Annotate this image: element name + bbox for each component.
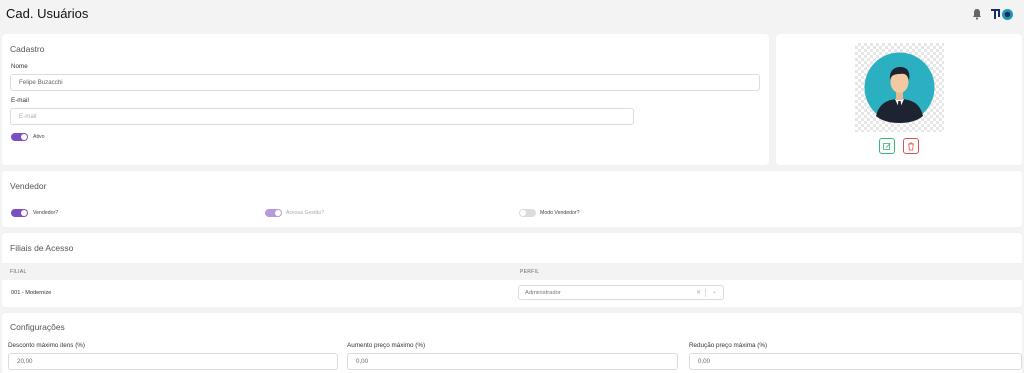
reducao-field[interactable]: 0,00 — [689, 353, 1022, 370]
top-icons — [972, 7, 1014, 21]
toggle-knob — [21, 134, 27, 140]
avatar-image — [855, 43, 944, 132]
filiais-title: Filiais de Acesso — [10, 243, 74, 253]
column-header-perfil: PERFIL — [520, 269, 540, 275]
desconto-label: Desconto máximo itens (%) — [8, 342, 85, 349]
company-logo[interactable] — [990, 7, 1014, 21]
clear-icon[interactable]: ✕ — [696, 289, 701, 296]
bell-icon[interactable] — [972, 8, 982, 20]
vendedor-title: Vendedor — [10, 181, 47, 191]
person-avatar-icon — [864, 52, 935, 123]
toggle-knob — [520, 210, 526, 216]
aumento-label: Aumento preço máximo (%) — [347, 342, 426, 349]
config-title: Configurações — [10, 322, 65, 332]
modo-vendedor-label: Modo Vendedor? — [540, 210, 580, 216]
select-divider — [705, 289, 706, 297]
top-bar: Cad. Usuários — [0, 0, 1024, 30]
page-title: Cad. Usuários — [6, 6, 89, 21]
filiais-card: Filiais de Acesso FILIAL PERFIL 001 - Mo… — [2, 233, 1022, 307]
toggle-knob — [21, 210, 27, 216]
cadastro-card: Cadastro Nome Felipe Buzacchi E-mail E-m… — [2, 34, 769, 165]
email-field[interactable]: E-mail — [10, 108, 634, 125]
trash-icon — [908, 142, 914, 150]
filial-cell: 001 - Modernize — [11, 290, 52, 296]
chevron-down-icon[interactable]: ⌄ — [712, 288, 717, 295]
config-card: Configurações Desconto máximo itens (%) … — [2, 313, 1022, 373]
vendedor-toggle-label: Vendedor? — [33, 210, 59, 216]
email-label: E-mail — [11, 97, 29, 104]
perfil-select[interactable]: Administrador ✕ ⌄ — [518, 285, 724, 300]
column-header-filial: FILIAL — [10, 269, 27, 275]
edit-photo-button[interactable] — [879, 138, 895, 154]
nome-field[interactable]: Felipe Buzacchi — [10, 74, 760, 91]
toggle-knob — [275, 210, 281, 216]
modo-vendedor-toggle[interactable] — [519, 209, 536, 217]
edit-icon — [883, 143, 891, 150]
delete-photo-button[interactable] — [903, 138, 919, 154]
ativo-toggle[interactable] — [11, 133, 28, 141]
cadastro-title: Cadastro — [10, 44, 45, 54]
perfil-select-value: Administrador — [525, 289, 561, 296]
acessa-gestao-label: Acessa Gestão? — [286, 210, 325, 216]
vendedor-card: Vendedor Vendedor? Acessa Gestão? Modo V… — [2, 171, 1022, 227]
vendedor-toggle[interactable] — [11, 209, 28, 217]
acessa-gestao-toggle[interactable] — [265, 209, 282, 217]
reducao-label: Redução preço máxima (%) — [689, 342, 768, 349]
desconto-field[interactable]: 20,00 — [8, 353, 338, 370]
aumento-field[interactable]: 0,00 — [347, 353, 678, 370]
ativo-label: Ativo — [33, 134, 45, 140]
nome-label: Nome — [11, 63, 28, 70]
table-header: FILIAL PERFIL — [2, 263, 1022, 280]
